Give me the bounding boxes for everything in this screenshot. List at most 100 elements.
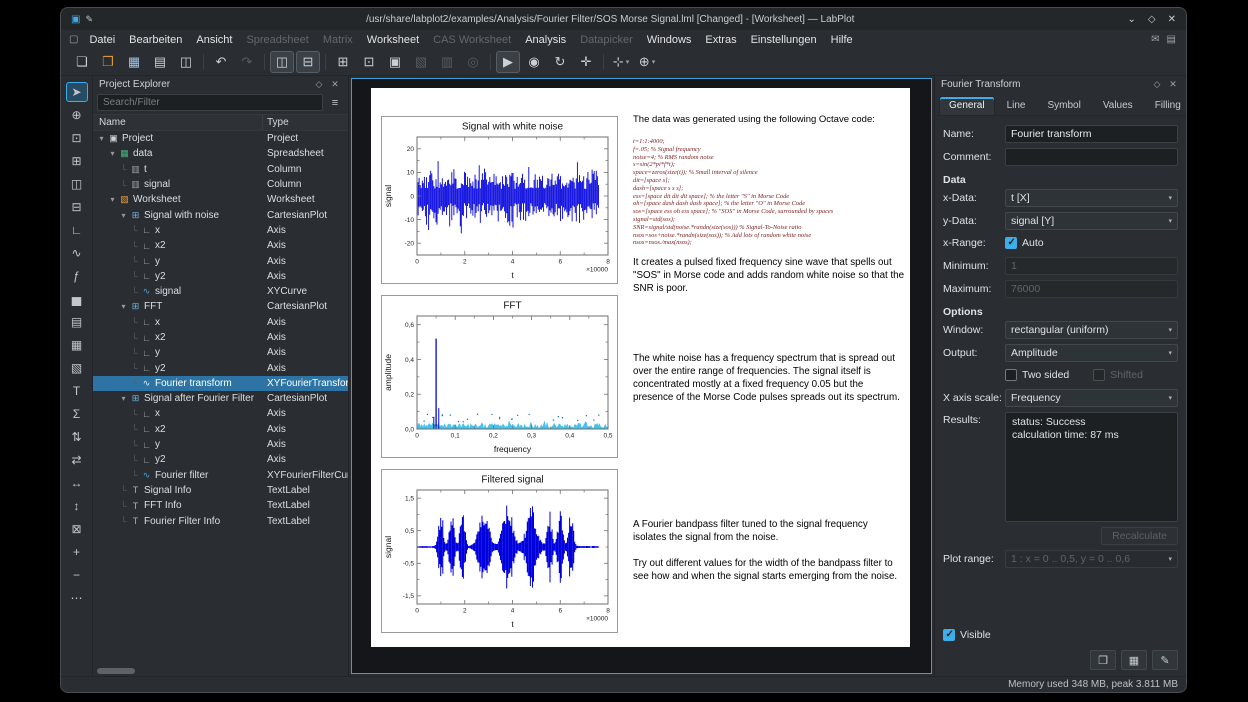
x-data-combobox[interactable]: t [X] ▾ (1005, 189, 1178, 207)
add-text-label-button[interactable]: T (66, 381, 88, 401)
tree-row-t[interactable]: └▥tColumn (93, 162, 348, 177)
add-bar-chart-button[interactable]: ▦ (66, 335, 88, 355)
menu-analysis[interactable]: Analysis (518, 33, 573, 47)
horizontal-scrollbar[interactable] (95, 666, 346, 675)
menu-einstellungen[interactable]: Einstellungen (744, 33, 824, 47)
tab-line[interactable]: Line (997, 96, 1036, 115)
scrollbar-thumb[interactable] (97, 668, 135, 674)
filter-options-button[interactable]: ≡ (326, 94, 344, 111)
save-config-button[interactable]: ▦ (1121, 650, 1147, 670)
stretch-horizontal-button[interactable]: ↔ (66, 473, 88, 493)
expander-icon[interactable]: ▾ (107, 195, 118, 204)
two-sided-checkbox[interactable] (1005, 369, 1017, 381)
zoom-in-button[interactable]: + (66, 542, 88, 562)
insert-plot-template-button[interactable]: ⊡ (357, 51, 381, 73)
print-preview-button[interactable]: ◫ (174, 51, 198, 73)
close-panel-button[interactable]: ✕ (328, 79, 342, 90)
add-equation-curve-button[interactable]: ƒ (66, 266, 88, 286)
maximize-button[interactable]: ◇ (1148, 14, 1156, 25)
close-dock-button[interactable]: ✕ (1166, 79, 1180, 90)
crosshair-mode-button[interactable]: ⊕ (66, 105, 88, 125)
plot-signal-with-white-noise[interactable]: 0246820100-10-20Signal with white noiset… (381, 116, 618, 284)
add-xy-curve-button[interactable]: ∿ (66, 243, 88, 263)
visible-checkbox[interactable] (943, 629, 955, 641)
tree-row-project[interactable]: ▾▣ProjectProject (93, 131, 348, 146)
worksheet-page[interactable]: 0246820100-10-20Signal with white noiset… (371, 88, 910, 647)
tab-general[interactable]: General (939, 96, 995, 115)
text-label-fft-info[interactable]: The white noise has a frequency spectrum… (633, 352, 901, 404)
tree-row-y2[interactable]: └∟y2Axis (93, 452, 348, 467)
x-axis-scale-combobox[interactable]: Frequency ▾ (1005, 389, 1178, 407)
expander-icon[interactable]: ▾ (107, 149, 118, 158)
horizontal-layout-button[interactable]: ⇄ (66, 450, 88, 470)
text-label-filter-info[interactable]: A Fourier bandpass filter tuned to the s… (633, 518, 901, 583)
titlebar[interactable]: ▣ ✎ /usr/share/labplot2/examples/Analysi… (61, 8, 1186, 30)
add-formula-button[interactable]: Σ (66, 404, 88, 424)
insert-plot-button[interactable]: ⊞ (331, 51, 355, 73)
search-input[interactable] (97, 94, 323, 111)
menu-datei[interactable]: Datei (82, 33, 122, 47)
tree-row-signal-with-noise[interactable]: ▾⊞Signal with noiseCartesianPlot (93, 207, 348, 222)
remove-layout-button[interactable]: ⊠ (66, 519, 88, 539)
column-header-name[interactable]: Name (93, 115, 263, 130)
tree-row-y[interactable]: └∟yAxis (93, 253, 348, 268)
plot-fft[interactable]: 00,10,20,30,40,50,60,40,20,0FFTfrequency… (381, 295, 618, 458)
expander-icon[interactable]: ▾ (118, 211, 129, 220)
horizontal-layout-button[interactable]: ⊟ (296, 51, 320, 73)
undo-button[interactable]: ↶ (209, 51, 233, 73)
tree-row-signal[interactable]: └▥signalColumn (93, 177, 348, 192)
tab-filling[interactable]: Filling (1145, 96, 1187, 115)
tree-row-y[interactable]: └∟yAxis (93, 437, 348, 452)
save-project-button[interactable]: ▦ (122, 51, 146, 73)
refresh-button[interactable]: ↻ (548, 51, 572, 73)
expander-icon[interactable]: ▾ (118, 302, 129, 311)
tree-row-fourier-transform[interactable]: └∿Fourier transformXYFourierTransformCur… (93, 376, 348, 391)
tree-row-y[interactable]: └∟yAxis (93, 345, 348, 360)
float-panel-button[interactable]: ◇ (312, 79, 326, 90)
expander-icon[interactable]: ▾ (96, 134, 107, 143)
navigation-mode-button[interactable]: ◉ (522, 51, 546, 73)
mail-icon[interactable]: ✉ (1151, 34, 1159, 45)
app-menu-icon[interactable]: ▢ (69, 34, 78, 45)
tree-row-fourier-filter[interactable]: └∿Fourier filterXYFourierFilterCurve (93, 468, 348, 483)
add-two-plots-button[interactable]: ◫ (66, 174, 88, 194)
select-mode-button[interactable]: ➤ (66, 82, 88, 102)
new-project-button[interactable]: ❏ (70, 51, 94, 73)
stretch-vertical-button[interactable]: ↕ (66, 496, 88, 516)
tab-values[interactable]: Values (1093, 96, 1143, 115)
tab-symbol[interactable]: Symbol (1037, 96, 1090, 115)
expander-icon[interactable]: ▾ (118, 394, 129, 403)
insert-text-button[interactable]: ▣ (383, 51, 407, 73)
zoom-combo-button[interactable]: ⊹▾ (609, 51, 633, 73)
tree-row-x[interactable]: └∟xAxis (93, 315, 348, 330)
fullscreen-button[interactable]: ✛ (574, 51, 598, 73)
output-combobox[interactable]: Amplitude ▾ (1005, 344, 1178, 362)
tree-row-signal-after-fourier-filter[interactable]: ▾⊞Signal after Fourier FilterCartesianPl… (93, 391, 348, 406)
close-button[interactable]: ✕ (1168, 14, 1176, 25)
save-as-config-button[interactable]: ✎ (1152, 650, 1178, 670)
add-axis-button[interactable]: ∟ (66, 220, 88, 240)
worksheet-viewport[interactable]: 0246820100-10-20Signal with white noiset… (351, 78, 932, 674)
magnification-combo-button[interactable]: ⊕▾ (635, 51, 659, 73)
add-boxplot-button[interactable]: ▤ (66, 312, 88, 332)
tree-row-data[interactable]: ▾▦dataSpreadsheet (93, 146, 348, 161)
zoom-select-button[interactable]: ⊡ (66, 128, 88, 148)
grid-icon[interactable]: ▤ (1167, 34, 1176, 45)
comment-input[interactable] (1005, 148, 1178, 166)
menu-bearbeiten[interactable]: Bearbeiten (122, 33, 189, 47)
tree-row-signal-info[interactable]: └TSignal InfoTextLabel (93, 483, 348, 498)
tree-row-x2[interactable]: └∟x2Axis (93, 238, 348, 253)
tree-row-worksheet[interactable]: ▾▧WorksheetWorksheet (93, 192, 348, 207)
pointer-mode-button[interactable]: ▶ (496, 51, 520, 73)
menu-hilfe[interactable]: Hilfe (824, 33, 860, 47)
tree-row-x2[interactable]: └∟x2Axis (93, 422, 348, 437)
print-button[interactable]: ▤ (148, 51, 172, 73)
more-tools-button[interactable]: ⋯ (66, 588, 88, 608)
vertical-layout-button[interactable]: ◫ (270, 51, 294, 73)
open-project-button[interactable]: ❒ (96, 51, 120, 73)
tree-row-y2[interactable]: └∟y2Axis (93, 269, 348, 284)
tree-row-fft-info[interactable]: └TFFT InfoTextLabel (93, 498, 348, 513)
tree-row-y2[interactable]: └∟y2Axis (93, 360, 348, 375)
vertical-layout-button[interactable]: ⇅ (66, 427, 88, 447)
text-label-signal-info[interactable]: The data was generated using the followi… (633, 114, 905, 295)
